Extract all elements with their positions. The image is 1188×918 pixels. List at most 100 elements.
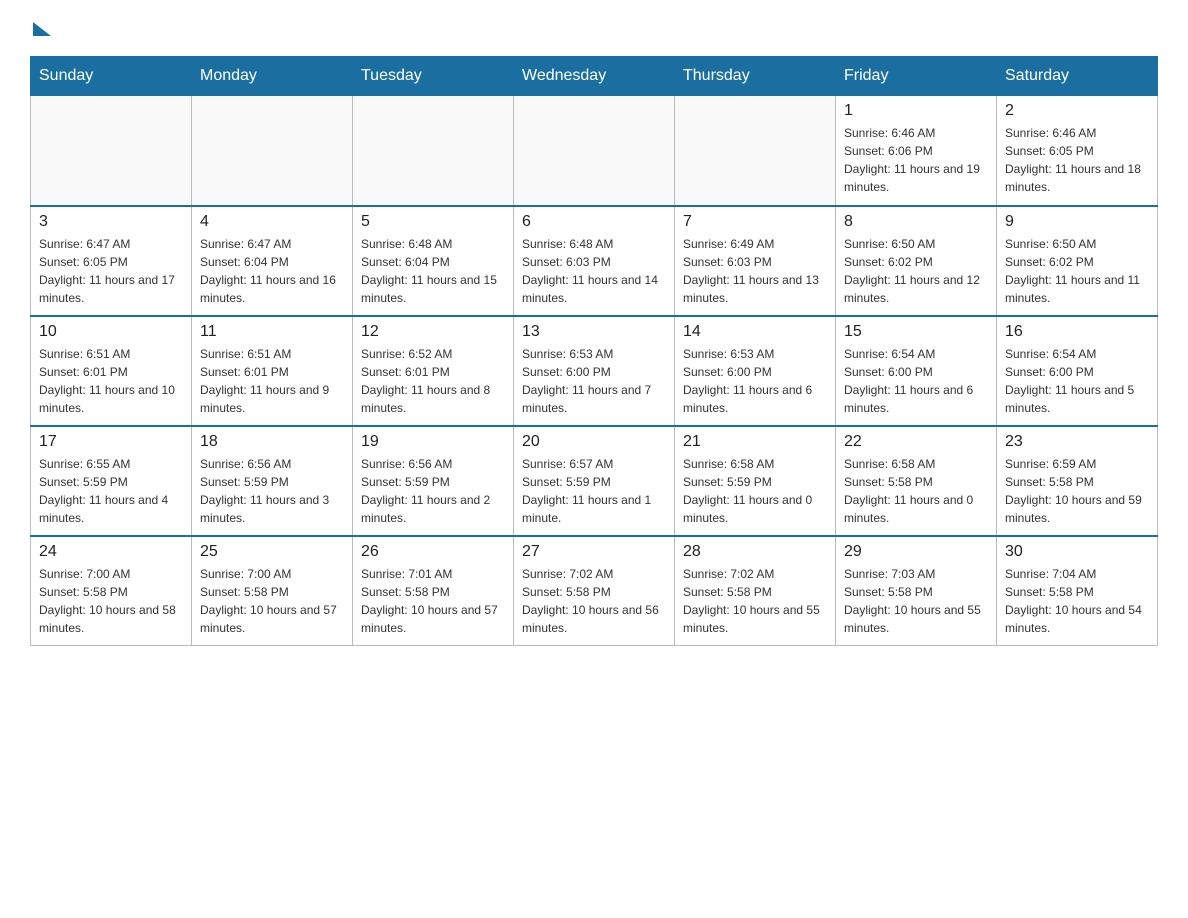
weekday-header-monday: Monday [192,57,353,96]
weekday-header-tuesday: Tuesday [353,57,514,96]
day-info: Sunrise: 6:59 AM Sunset: 5:58 PM Dayligh… [1005,455,1149,527]
day-number: 9 [1005,213,1149,231]
day-info: Sunrise: 6:56 AM Sunset: 5:59 PM Dayligh… [361,455,505,527]
week-row-5: 24 Sunrise: 7:00 AM Sunset: 5:58 PM Dayli… [31,536,1158,646]
calendar-cell: 7 Sunrise: 6:49 AM Sunset: 6:03 PM Daylig… [675,206,836,316]
day-info: Sunrise: 6:52 AM Sunset: 6:01 PM Dayligh… [361,345,505,417]
calendar-cell: 16 Sunrise: 6:54 AM Sunset: 6:00 PM Dayli… [997,316,1158,426]
logo-arrow-icon [33,22,51,36]
calendar-cell: 22Sunrise: 6:58 AM Sunset: 5:58 PM Dayli… [836,426,997,536]
calendar-cell: 9 Sunrise: 6:50 AM Sunset: 6:02 PM Daylig… [997,206,1158,316]
day-number: 19 [361,433,505,451]
calendar-cell: 2 Sunrise: 6:46 AM Sunset: 6:05 PM Daylig… [997,96,1158,206]
calendar-cell: 4Sunrise: 6:47 AM Sunset: 6:04 PM Daylig… [192,206,353,316]
day-number: 1 [844,102,988,120]
day-info: Sunrise: 6:53 AM Sunset: 6:00 PM Dayligh… [522,345,666,417]
day-number: 16 [1005,323,1149,341]
weekday-header-saturday: Saturday [997,57,1158,96]
day-info: Sunrise: 6:48 AM Sunset: 6:04 PM Dayligh… [361,235,505,307]
day-info: Sunrise: 7:01 AM Sunset: 5:58 PM Dayligh… [361,565,505,637]
calendar-cell: 3 Sunrise: 6:47 AM Sunset: 6:05 PM Daylig… [31,206,192,316]
calendar-cell: 20 Sunrise: 6:57 AM Sunset: 5:59 PM Dayli… [514,426,675,536]
calendar-cell: 15 Sunrise: 6:54 AM Sunset: 6:00 PM Dayli… [836,316,997,426]
weekday-header-friday: Friday [836,57,997,96]
week-row-1: 1 Sunrise: 6:46 AM Sunset: 6:06 PM Daylig… [31,96,1158,206]
calendar-cell: 13Sunrise: 6:53 AM Sunset: 6:00 PM Dayli… [514,316,675,426]
day-info: Sunrise: 6:50 AM Sunset: 6:02 PM Dayligh… [1005,235,1149,307]
day-number: 26 [361,543,505,561]
calendar-cell: 1 Sunrise: 6:46 AM Sunset: 6:06 PM Daylig… [836,96,997,206]
day-info: Sunrise: 6:49 AM Sunset: 6:03 PM Dayligh… [683,235,827,307]
calendar-cell: 10Sunrise: 6:51 AM Sunset: 6:01 PM Dayli… [31,316,192,426]
day-info: Sunrise: 7:00 AM Sunset: 5:58 PM Dayligh… [39,565,183,637]
day-info: Sunrise: 6:46 AM Sunset: 6:06 PM Dayligh… [844,124,988,196]
day-info: Sunrise: 7:03 AM Sunset: 5:58 PM Dayligh… [844,565,988,637]
day-info: Sunrise: 6:50 AM Sunset: 6:02 PM Dayligh… [844,235,988,307]
header [30,20,1158,36]
day-info: Sunrise: 6:54 AM Sunset: 6:00 PM Dayligh… [844,345,988,417]
calendar-cell [675,96,836,206]
week-row-2: 3 Sunrise: 6:47 AM Sunset: 6:05 PM Daylig… [31,206,1158,316]
day-info: Sunrise: 6:56 AM Sunset: 5:59 PM Dayligh… [200,455,344,527]
calendar-cell: 12Sunrise: 6:52 AM Sunset: 6:01 PM Dayli… [353,316,514,426]
day-number: 3 [39,213,183,231]
weekday-header-row: SundayMondayTuesdayWednesdayThursdayFrid… [31,57,1158,96]
day-info: Sunrise: 6:58 AM Sunset: 5:59 PM Dayligh… [683,455,827,527]
calendar-cell: 18Sunrise: 6:56 AM Sunset: 5:59 PM Dayli… [192,426,353,536]
calendar-cell: 5 Sunrise: 6:48 AM Sunset: 6:04 PM Daylig… [353,206,514,316]
day-number: 17 [39,433,183,451]
day-number: 5 [361,213,505,231]
calendar-cell: 30 Sunrise: 7:04 AM Sunset: 5:58 PM Dayli… [997,536,1158,646]
calendar-cell [31,96,192,206]
week-row-3: 10 Sunrise: 6:51 AM Sunset: 6:01 PM Dayli… [31,316,1158,426]
day-info: Sunrise: 6:55 AM Sunset: 5:59 PM Dayligh… [39,455,183,527]
calendar-table: SundayMondayTuesdayWednesdayThursdayFrid… [30,56,1158,646]
day-info: Sunrise: 6:57 AM Sunset: 5:59 PM Dayligh… [522,455,666,527]
day-number: 20 [522,433,666,451]
day-number: 15 [844,323,988,341]
day-info: Sunrise: 6:48 AM Sunset: 6:03 PM Dayligh… [522,235,666,307]
day-info: Sunrise: 6:53 AM Sunset: 6:00 PM Dayligh… [683,345,827,417]
day-number: 11 [200,323,344,341]
day-number: 25 [200,543,344,561]
day-info: Sunrise: 7:00 AM Sunset: 5:58 PM Dayligh… [200,565,344,637]
calendar-cell [353,96,514,206]
day-number: 4 [200,213,344,231]
day-info: Sunrise: 7:04 AM Sunset: 5:58 PM Dayligh… [1005,565,1149,637]
day-number: 21 [683,433,827,451]
calendar-cell: 27Sunrise: 7:02 AM Sunset: 5:58 PM Dayli… [514,536,675,646]
day-number: 29 [844,543,988,561]
day-info: Sunrise: 6:54 AM Sunset: 6:00 PM Dayligh… [1005,345,1149,417]
weekday-header-sunday: Sunday [31,57,192,96]
calendar-cell: 11 Sunrise: 6:51 AM Sunset: 6:01 PM Dayli… [192,316,353,426]
day-number: 14 [683,323,827,341]
day-number: 27 [522,543,666,561]
weekday-header-thursday: Thursday [675,57,836,96]
day-info: Sunrise: 6:46 AM Sunset: 6:05 PM Dayligh… [1005,124,1149,196]
logo [30,20,51,36]
day-number: 22 [844,433,988,451]
day-number: 10 [39,323,183,341]
calendar-cell: 24 Sunrise: 7:00 AM Sunset: 5:58 PM Dayli… [31,536,192,646]
calendar-cell: 19 Sunrise: 6:56 AM Sunset: 5:59 PM Dayli… [353,426,514,536]
calendar-cell: 23 Sunrise: 6:59 AM Sunset: 5:58 PM Dayli… [997,426,1158,536]
day-number: 2 [1005,102,1149,120]
day-info: Sunrise: 6:47 AM Sunset: 6:05 PM Dayligh… [39,235,183,307]
day-number: 7 [683,213,827,231]
day-number: 24 [39,543,183,561]
calendar-cell: 6 Sunrise: 6:48 AM Sunset: 6:03 PM Daylig… [514,206,675,316]
calendar-cell: 14 Sunrise: 6:53 AM Sunset: 6:00 PM Dayli… [675,316,836,426]
day-number: 8 [844,213,988,231]
calendar-cell: 8 Sunrise: 6:50 AM Sunset: 6:02 PM Daylig… [836,206,997,316]
calendar-cell: 17 Sunrise: 6:55 AM Sunset: 5:59 PM Dayli… [31,426,192,536]
calendar-cell: 25 Sunrise: 7:00 AM Sunset: 5:58 PM Dayli… [192,536,353,646]
day-number: 23 [1005,433,1149,451]
day-info: Sunrise: 6:51 AM Sunset: 6:01 PM Dayligh… [200,345,344,417]
weekday-header-wednesday: Wednesday [514,57,675,96]
day-number: 30 [1005,543,1149,561]
calendar-cell: 28Sunrise: 7:02 AM Sunset: 5:58 PM Dayli… [675,536,836,646]
day-number: 6 [522,213,666,231]
calendar-cell [192,96,353,206]
calendar-cell: 26 Sunrise: 7:01 AM Sunset: 5:58 PM Dayli… [353,536,514,646]
day-number: 28 [683,543,827,561]
